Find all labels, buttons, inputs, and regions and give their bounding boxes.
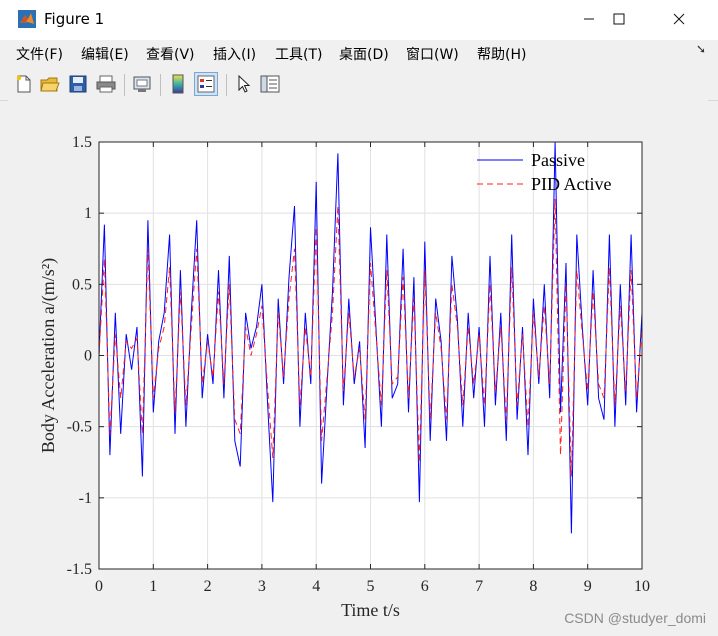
title-bar: Figure 1 — [0, 0, 718, 41]
legend-label: PID Active — [531, 174, 612, 194]
menu-file[interactable]: 文件(F) — [16, 44, 63, 64]
new-figure-icon — [16, 75, 31, 93]
toolbar-separator — [160, 74, 161, 96]
x-tick-label: 4 — [312, 578, 320, 595]
insert-colorbar-button[interactable] — [166, 72, 190, 96]
y-tick-label: 0.5 — [72, 276, 92, 293]
maximize-icon — [613, 13, 625, 25]
save-icon — [69, 75, 87, 93]
x-tick-label: 8 — [529, 578, 537, 595]
toolbar-separator — [226, 74, 227, 96]
figure-canvas: 0 1 2 3 4 5 6 7 8 9 10 1.5 1 0.5 0 -0.5 -1 -1.5 Time t/s Bo… — [8, 100, 708, 628]
print-preview-button[interactable] — [130, 72, 154, 96]
matlab-logo-icon — [18, 10, 36, 28]
x-tick-label: 5 — [367, 578, 375, 595]
open-file-icon — [40, 77, 60, 92]
x-tick-label: 0 — [95, 578, 103, 595]
y-tick-label: -0.5 — [67, 419, 92, 436]
print-preview-icon — [133, 76, 151, 92]
x-tick-label: 6 — [421, 578, 429, 595]
menu-window[interactable]: 窗口(W) — [406, 44, 459, 64]
x-tick-label: 9 — [584, 578, 592, 595]
print-button[interactable] — [94, 72, 118, 96]
x-tick-label: 10 — [634, 578, 650, 595]
property-inspector-icon — [260, 75, 280, 93]
legend-label: Passive — [531, 150, 585, 170]
insert-legend-button[interactable] — [194, 72, 218, 96]
y-tick-label: 1 — [84, 205, 92, 222]
menu-overflow-icon[interactable]: ➘ — [696, 42, 706, 56]
save-button[interactable] — [66, 72, 90, 96]
y-tick-label: 0 — [84, 348, 92, 365]
acceleration-chart: 0 1 2 3 4 5 6 7 8 9 10 1.5 1 0.5 0 -0.5 -1 -1.5 Time t/s Bo… — [38, 134, 650, 620]
menu-insert[interactable]: 插入(I) — [213, 44, 256, 64]
figure-toolbar — [0, 68, 718, 101]
window-title: Figure 1 — [44, 10, 105, 28]
edit-plot-button[interactable] — [232, 72, 256, 96]
x-tick-label: 2 — [204, 578, 212, 595]
y-tick-label: -1 — [79, 490, 92, 507]
y-tick-label: 1.5 — [72, 134, 92, 151]
x-tick-label: 1 — [149, 578, 157, 595]
menu-help[interactable]: 帮助(H) — [477, 44, 526, 64]
menu-view[interactable]: 查看(V) — [146, 44, 195, 64]
new-figure-button[interactable] — [12, 72, 36, 96]
close-button[interactable] — [656, 0, 702, 38]
print-icon — [96, 75, 116, 93]
toolbar-separator — [124, 74, 125, 96]
property-inspector-button[interactable] — [258, 72, 282, 96]
open-file-button[interactable] — [38, 72, 62, 96]
menu-bar: 文件(F) 编辑(E) 查看(V) 插入(I) 工具(T) 桌面(D) 窗口(W… — [0, 40, 718, 68]
y-tick-label: -1.5 — [67, 561, 92, 578]
watermark: CSDN @studyer_domi — [564, 610, 706, 626]
edit-plot-icon — [238, 75, 251, 93]
maximize-button[interactable] — [596, 0, 642, 38]
menu-edit[interactable]: 编辑(E) — [81, 44, 129, 64]
minimize-icon — [584, 18, 594, 20]
x-tick-label: 3 — [258, 578, 266, 595]
x-tick-label: 7 — [475, 578, 483, 595]
close-icon — [673, 13, 685, 25]
y-axis-label: Body Acceleration a/(m/s²) — [38, 258, 59, 453]
legend-icon — [197, 75, 215, 93]
x-axis-label: Time t/s — [341, 600, 400, 620]
menu-tools[interactable]: 工具(T) — [275, 44, 322, 64]
menu-desktop[interactable]: 桌面(D) — [339, 44, 389, 64]
figure-window: Figure 1 文件(F) 编辑(E) 查看(V) 插入(I) 工具(T) 桌… — [0, 0, 718, 636]
colorbar-icon — [172, 74, 184, 94]
